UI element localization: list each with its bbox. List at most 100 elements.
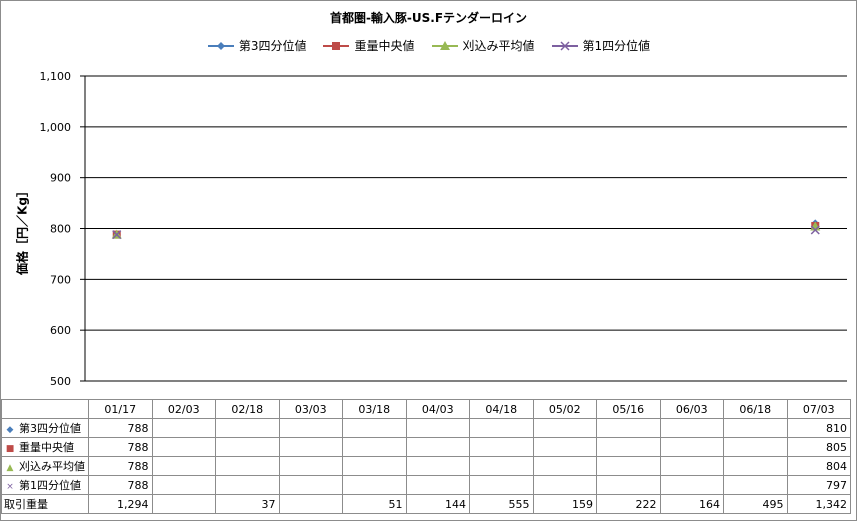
- table-cell: 1,294: [88, 494, 153, 514]
- table-cell: 144: [405, 494, 470, 514]
- table-cell: [723, 456, 788, 476]
- table-cell: [342, 437, 407, 457]
- table-cell: [532, 456, 597, 476]
- x-tick-label: 04/03: [405, 399, 470, 419]
- table-cell: [151, 418, 216, 438]
- data-table: 01/17 02/03 02/18 03/03 03/18 04/03 04/18 05/02…: [1, 399, 851, 514]
- table-cell: [342, 456, 407, 476]
- table-corner-cell: [1, 399, 89, 419]
- table-row-label-text: 重量中央値: [19, 441, 74, 454]
- table-row-label: ◆ 第3四分位値: [1, 418, 89, 438]
- y-tick-label: 1,100: [40, 70, 72, 83]
- table-row-label-text: 第1四分位値: [19, 479, 81, 492]
- table-cell: [215, 418, 280, 438]
- table-row: ▲ 刈込み平均値 788 804: [1, 456, 851, 476]
- table-cell: 555: [469, 494, 534, 514]
- table-cell: [596, 456, 661, 476]
- x-tick-label: 02/18: [215, 399, 280, 419]
- y-tick-label: 1,000: [40, 121, 72, 134]
- y-tick-label: 600: [50, 324, 71, 337]
- table-cell: 788: [88, 418, 153, 438]
- table-cell: [342, 418, 407, 438]
- table-cell: 51: [342, 494, 407, 514]
- y-tick-label: 900: [50, 172, 71, 185]
- x-tick-label: 06/03: [659, 399, 724, 419]
- table-cell: 1,342: [786, 494, 851, 514]
- table-row-label: 取引重量: [1, 494, 89, 514]
- table-cell: 797: [786, 475, 851, 495]
- x-tick-label: 05/16: [596, 399, 661, 419]
- table-cell: [469, 437, 534, 457]
- table-cell: [659, 475, 724, 495]
- table-cell: 37: [215, 494, 280, 514]
- x-tick-label: 04/18: [469, 399, 534, 419]
- table-row-label-text: 刈込み平均値: [19, 460, 85, 473]
- table-cell: [278, 418, 343, 438]
- x-tick-label: 03/03: [278, 399, 343, 419]
- table-cell: [532, 475, 597, 495]
- table-cell: [405, 418, 470, 438]
- table-row: ◆ 第3四分位値 788 810: [1, 418, 851, 438]
- plot-area: 500 600 700 800 900 1,000 1,100: [40, 70, 847, 388]
- table-row: × 第1四分位値 788 797: [1, 475, 851, 495]
- table-cell: [596, 437, 661, 457]
- table-cell: [342, 475, 407, 495]
- table-cell: [723, 475, 788, 495]
- table-cell: [151, 437, 216, 457]
- table-cell: 788: [88, 437, 153, 457]
- table-cell: [596, 418, 661, 438]
- table-cell: [469, 456, 534, 476]
- x-tick-label: 03/18: [342, 399, 407, 419]
- table-cell: [405, 456, 470, 476]
- table-cell: [278, 494, 343, 514]
- table-cell: 805: [786, 437, 851, 457]
- table-cell: [469, 418, 534, 438]
- table-cell: [151, 475, 216, 495]
- table-row-label-text: 第3四分位値: [19, 422, 81, 435]
- table-cell: 788: [88, 456, 153, 476]
- x-tick-label: 06/18: [723, 399, 788, 419]
- table-cell: [532, 437, 597, 457]
- table-cell: [405, 475, 470, 495]
- y-tick-label: 800: [50, 223, 71, 236]
- table-cell: [659, 418, 724, 438]
- table-cell: 804: [786, 456, 851, 476]
- table-cell: [405, 437, 470, 457]
- table-cell: [723, 418, 788, 438]
- table-cell: [215, 456, 280, 476]
- table-cell: [215, 475, 280, 495]
- x-tick-label: 07/03: [786, 399, 851, 419]
- table-row-label-text: 取引重量: [4, 498, 48, 511]
- table-header-row: 01/17 02/03 02/18 03/03 03/18 04/03 04/18 05/02…: [1, 399, 851, 419]
- table-cell: [723, 437, 788, 457]
- table-legend-marker-icon: ▲: [6, 463, 14, 473]
- table-cell: [469, 475, 534, 495]
- table-cell: 495: [723, 494, 788, 514]
- table-cell: [659, 456, 724, 476]
- table-cell: [278, 456, 343, 476]
- table-cell: [151, 494, 216, 514]
- table-cell: [215, 437, 280, 457]
- table-row: 取引重量 1,294 37 51 144 555 159 222 164 495 1,342: [1, 494, 851, 514]
- table-cell: [596, 475, 661, 495]
- table-cell: [278, 437, 343, 457]
- table-cell: [659, 437, 724, 457]
- table-cell: 788: [88, 475, 153, 495]
- table-legend-marker-icon: ■: [5, 444, 15, 454]
- table-legend-marker-icon: ◆: [6, 425, 14, 435]
- table-cell: 164: [659, 494, 724, 514]
- x-tick-label: 02/03: [151, 399, 216, 419]
- table-row-label: ▲ 刈込み平均値: [1, 456, 89, 476]
- x-tick-label: 05/02: [532, 399, 597, 419]
- table-row-label: ■ 重量中央値: [1, 437, 89, 457]
- table-cell: 810: [786, 418, 851, 438]
- table-row-label: × 第1四分位値: [1, 475, 89, 495]
- table-cell: 159: [532, 494, 597, 514]
- table-cell: [151, 456, 216, 476]
- y-tick-label: 500: [50, 375, 71, 388]
- table-legend-marker-icon: ×: [6, 482, 14, 492]
- table-row: ■ 重量中央値 788 805: [1, 437, 851, 457]
- table-cell: 222: [596, 494, 661, 514]
- table-cell: [278, 475, 343, 495]
- x-tick-label: 01/17: [88, 399, 153, 419]
